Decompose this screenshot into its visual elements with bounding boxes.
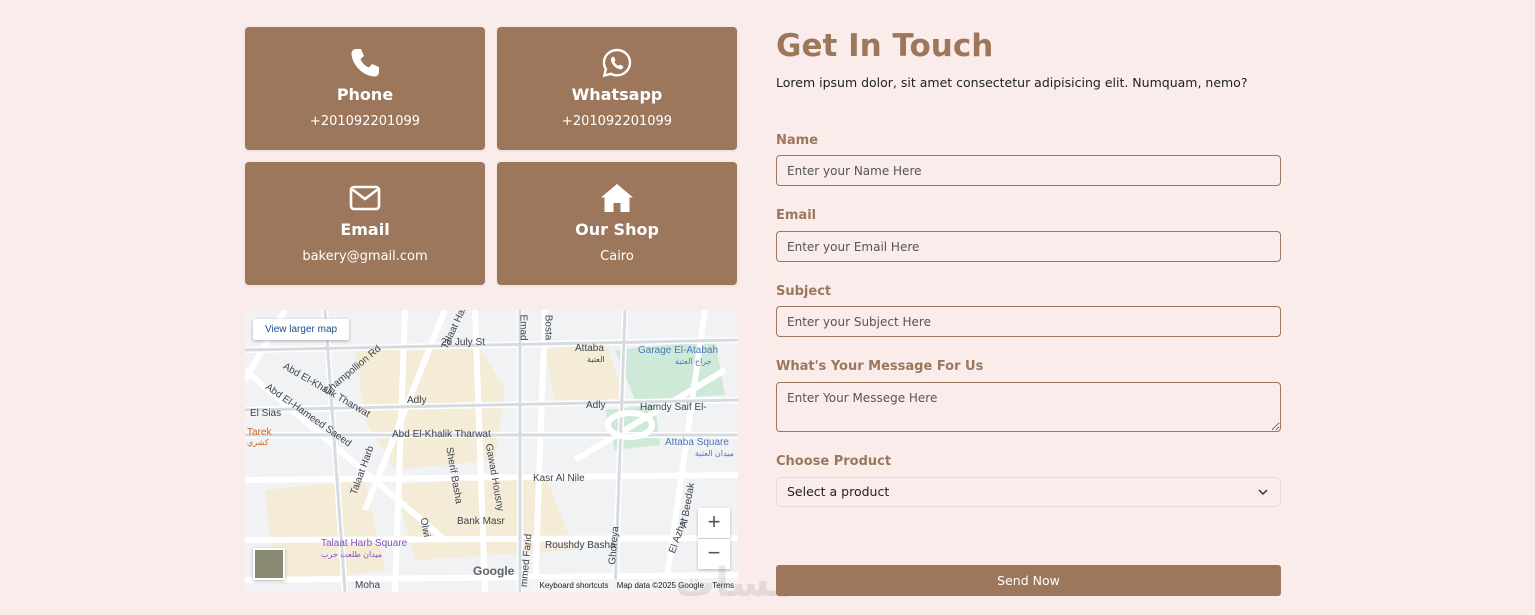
map-label: El Sias: [250, 408, 282, 419]
card-title: Our Shop: [575, 220, 659, 239]
card-title: Phone: [336, 85, 394, 104]
message-label: What's Your Message For Us: [776, 359, 984, 374]
message-field[interactable]: [776, 382, 1281, 432]
map-label: 26 July St: [441, 337, 485, 348]
product-label: Choose Product: [776, 454, 892, 469]
map-label: جراج العتبة: [675, 357, 712, 366]
phone-icon: [351, 49, 379, 77]
map-label: العتبة: [587, 355, 605, 364]
lead-text: Lorem ipsum dolor, sit amet consectetur …: [776, 75, 1248, 90]
map-label: Tarek: [247, 427, 272, 438]
product-select[interactable]: Select a product: [776, 477, 1281, 507]
map-label: ميدان العتبة: [695, 449, 734, 458]
subject-field[interactable]: [776, 306, 1281, 337]
name-field[interactable]: [776, 155, 1281, 186]
chevron-down-icon: [1258, 489, 1268, 496]
map-label: Attaba: [575, 343, 604, 354]
google-logo: Google: [473, 564, 515, 578]
product-select-value: Select a product: [787, 484, 890, 499]
home-icon: [601, 184, 633, 212]
page-title: Get In Touch: [776, 28, 994, 64]
contact-card-shop[interactable]: Our Shop Cairo: [497, 162, 737, 285]
email-label: Email: [776, 208, 817, 223]
map-label: Bosta: [542, 314, 554, 341]
map-label: Attaba Square: [665, 437, 729, 448]
map-label: Abd El-Khalik Tharwat: [392, 429, 491, 440]
contact-card-phone[interactable]: Phone +201092201099: [245, 27, 485, 150]
map-label: Emad: [517, 314, 529, 341]
map-label: Bank Masr: [457, 516, 505, 527]
map-label: Hamdy Saif El-: [640, 402, 707, 413]
map-label: Adly: [407, 395, 427, 406]
map-label: Adly: [586, 400, 606, 411]
card-value: +201092201099: [561, 114, 673, 129]
map-label: Roushdy Basha: [545, 540, 616, 551]
name-label: Name: [776, 133, 819, 148]
map-label: كشري: [247, 438, 269, 447]
map-label: Kasr Al Nile: [533, 473, 585, 484]
view-larger-map-link[interactable]: View larger map: [253, 319, 350, 340]
card-value: +201092201099: [309, 114, 421, 129]
envelope-icon: [349, 185, 381, 211]
card-value: Cairo: [600, 249, 634, 264]
whatsapp-icon: [602, 48, 632, 78]
email-field[interactable]: [776, 231, 1281, 262]
map-embed[interactable]: Talaat Harb 26 July St Emad Bosta Attaba…: [245, 310, 738, 592]
card-title: Email: [340, 220, 390, 239]
satellite-toggle[interactable]: [253, 548, 285, 580]
contact-card-whatsapp[interactable]: Whatsapp +201092201099: [497, 27, 737, 150]
zoom-in-button[interactable]: +: [698, 508, 730, 538]
keyboard-shortcuts-link[interactable]: Keyboard shortcuts: [540, 581, 609, 590]
card-value: bakery@gmail.com: [302, 249, 428, 264]
map-label: Moha: [355, 580, 381, 591]
card-title: Whatsapp: [571, 85, 663, 104]
map-label: Talaat Harb Square: [321, 538, 408, 549]
map-label: Garage El-Atabah: [638, 345, 719, 356]
contact-card-email[interactable]: Email bakery@gmail.com: [245, 162, 485, 285]
map-label: ميدان طلعت حرب: [321, 550, 383, 559]
subject-label: Subject: [776, 284, 832, 299]
send-button[interactable]: Send Now: [776, 565, 1281, 596]
